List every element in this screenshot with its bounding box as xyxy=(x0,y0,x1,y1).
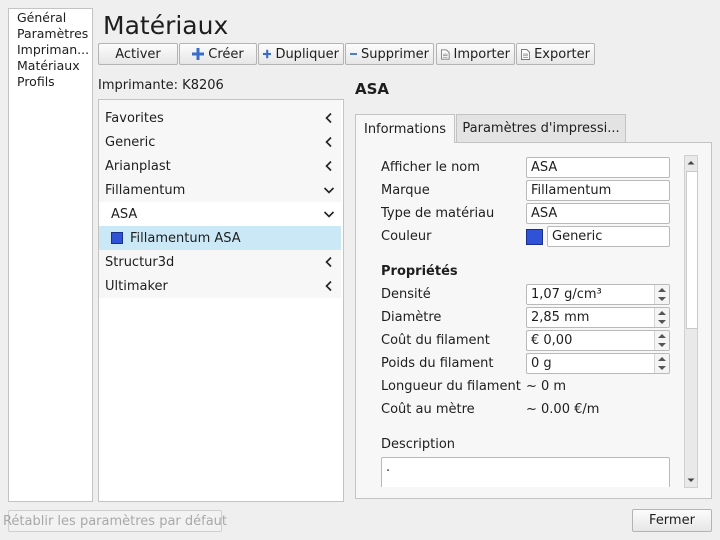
delete-label: Supprimer xyxy=(361,46,429,62)
activate-label: Activer xyxy=(115,46,161,62)
brand-ultimaker[interactable]: Ultimaker xyxy=(99,274,341,298)
filament-weight-label: Poids du filament xyxy=(381,356,494,371)
printer-label: Imprimante: K8206 xyxy=(98,78,224,93)
delete-button[interactable]: Supprimer xyxy=(345,43,434,65)
form-scroll-area: Afficher le nom ASA Marque Fillamentum T… xyxy=(368,155,684,487)
color-field[interactable]: Generic xyxy=(547,226,670,247)
diameter-label: Diamètre xyxy=(381,310,442,325)
chevron-left-icon[interactable] xyxy=(323,256,335,268)
description-textarea[interactable]: . xyxy=(381,457,670,487)
brand-favorites[interactable]: Favorites xyxy=(99,106,341,130)
material-list: Favorites Generic Arianplast Fillamentum… xyxy=(98,99,344,502)
description-label: Description xyxy=(381,437,456,452)
reset-defaults-button[interactable]: Rétablir les paramètres par défaut xyxy=(3,510,227,532)
chevron-left-icon[interactable] xyxy=(323,160,335,172)
cost-per-meter-value: ~ 0.00 €/m xyxy=(526,402,600,417)
tab-label: Informations xyxy=(363,121,447,137)
scroll-up-arrow-icon[interactable] xyxy=(685,157,697,169)
close-label: Fermer xyxy=(649,513,695,528)
material-type-asa[interactable]: ASA xyxy=(99,202,341,226)
chevron-left-icon[interactable] xyxy=(323,112,335,124)
brand-label: Fillamentum xyxy=(105,182,186,198)
create-label: Créer xyxy=(208,46,244,62)
properties-heading: Propriétés xyxy=(381,264,458,279)
diameter-value: 2,85 mm xyxy=(531,310,590,325)
brand-arianplast[interactable]: Arianplast xyxy=(99,154,341,178)
material-type-field-label: Type de matériau xyxy=(381,206,495,221)
document-icon xyxy=(521,48,531,60)
filament-length-label: Longueur du filament xyxy=(381,379,521,394)
sidebar-item-profiles[interactable]: Profils xyxy=(17,74,55,90)
density-label: Densité xyxy=(381,287,431,302)
display-name-field[interactable]: ASA xyxy=(526,157,670,178)
filament-cost-value: € 0,00 xyxy=(531,333,573,348)
sidebar-item-general[interactable]: Général xyxy=(17,10,66,26)
filament-cost-field[interactable]: € 0,00 xyxy=(526,330,670,351)
export-button[interactable]: Exporter xyxy=(516,43,595,65)
material-type-label: ASA xyxy=(111,206,138,222)
vertical-scrollbar[interactable] xyxy=(684,155,698,488)
color-swatch[interactable] xyxy=(526,229,543,245)
brand-field[interactable]: Fillamentum xyxy=(526,180,670,201)
sidebar-item-printers[interactable]: Impriman... xyxy=(17,42,89,58)
document-icon xyxy=(441,48,450,60)
brand-structur3d[interactable]: Structur3d xyxy=(99,250,341,274)
description-value: . xyxy=(386,460,391,475)
color-field-label: Couleur xyxy=(381,229,432,244)
tab-print-settings[interactable]: Paramètres d'impressi... xyxy=(456,114,626,142)
filament-length-value: ~ 0 m xyxy=(526,379,567,394)
sidebar: Général Paramètres Impriman... Matériaux… xyxy=(8,8,93,502)
material-detail-title: ASA xyxy=(355,80,390,98)
brand-field-label: Marque xyxy=(381,183,430,198)
material-type-field[interactable]: ASA xyxy=(526,203,670,224)
brand-label: Generic xyxy=(105,134,156,150)
page-title: Matériaux xyxy=(103,11,229,40)
brand-label: Favorites xyxy=(105,110,164,126)
density-spinner[interactable] xyxy=(654,285,669,304)
scroll-down-arrow-icon[interactable] xyxy=(685,474,697,486)
density-field[interactable]: 1,07 g/cm³ xyxy=(526,284,670,305)
brand-label: Structur3d xyxy=(105,254,175,270)
filament-weight-field[interactable]: 0 g xyxy=(526,353,670,374)
activate-button[interactable]: Activer xyxy=(98,43,178,65)
tab-panel: Afficher le nom ASA Marque Fillamentum T… xyxy=(355,142,712,499)
filament-weight-value: 0 g xyxy=(531,356,552,371)
create-button[interactable]: Créer xyxy=(179,43,257,65)
chevron-down-icon[interactable] xyxy=(323,208,335,220)
filament-cost-label: Coût du filament xyxy=(381,333,490,348)
filament-weight-spinner[interactable] xyxy=(654,354,669,373)
plus-icon xyxy=(263,49,272,59)
brand-generic[interactable]: Generic xyxy=(99,130,341,154)
scrollbar-thumb[interactable] xyxy=(686,171,698,329)
minus-icon xyxy=(350,53,358,55)
material-item-fillamentum-asa[interactable]: Fillamentum ASA xyxy=(99,226,341,250)
cost-per-meter-label: Coût au mètre xyxy=(381,402,475,417)
brand-label: Ultimaker xyxy=(105,278,168,294)
sidebar-item-materials[interactable]: Matériaux xyxy=(17,58,80,74)
filament-cost-spinner[interactable] xyxy=(654,331,669,350)
sidebar-item-settings[interactable]: Paramètres xyxy=(17,26,88,42)
export-label: Exporter xyxy=(534,46,590,62)
diameter-spinner[interactable] xyxy=(654,308,669,327)
chevron-left-icon[interactable] xyxy=(323,136,335,148)
import-button[interactable]: Importer xyxy=(436,43,515,65)
duplicate-label: Dupliquer xyxy=(275,46,339,62)
duplicate-button[interactable]: Dupliquer xyxy=(258,43,344,65)
density-value: 1,07 g/cm³ xyxy=(531,287,602,302)
plus-icon xyxy=(192,48,205,60)
material-item-label: Fillamentum ASA xyxy=(130,230,241,246)
import-label: Importer xyxy=(453,46,511,62)
display-name-label: Afficher le nom xyxy=(381,160,480,175)
tab-information[interactable]: Informations xyxy=(355,114,455,143)
reset-defaults-label: Rétablir les paramètres par défaut xyxy=(2,513,228,529)
brand-fillamentum[interactable]: Fillamentum xyxy=(99,178,341,202)
chevron-left-icon[interactable] xyxy=(323,280,335,292)
chevron-down-icon[interactable] xyxy=(323,184,335,196)
brand-label: Arianplast xyxy=(105,158,171,174)
tab-label: Paramètres d'impressi... xyxy=(462,121,620,136)
color-swatch xyxy=(111,232,123,244)
diameter-field[interactable]: 2,85 mm xyxy=(526,307,670,328)
close-button[interactable]: Fermer xyxy=(632,509,712,532)
